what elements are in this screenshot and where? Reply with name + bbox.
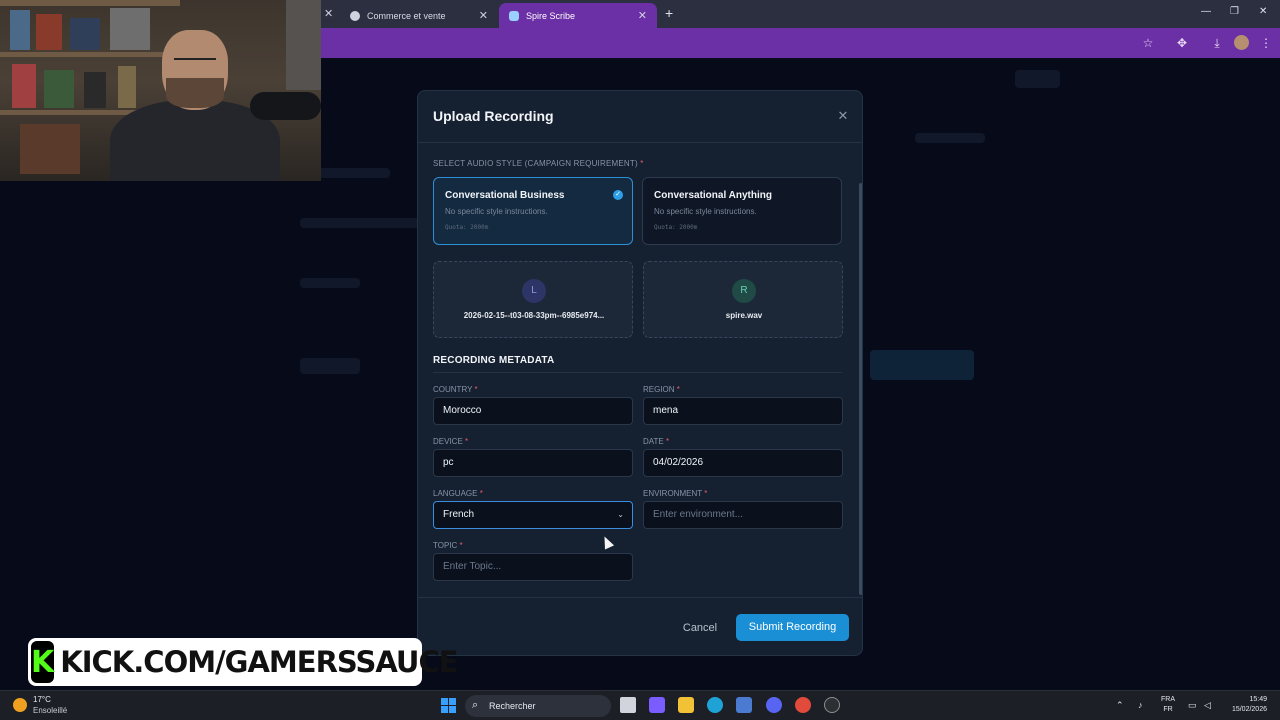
language-select[interactable]: French ⌄	[433, 501, 633, 529]
cancel-button[interactable]: Cancel	[676, 618, 724, 638]
backdrop-block	[870, 350, 974, 380]
language-indicator[interactable]: FRA FR	[1161, 695, 1175, 715]
webcam-overlay	[0, 0, 321, 181]
region-field[interactable]: mena	[643, 397, 843, 425]
kick-logo-icon: K	[31, 641, 55, 683]
date-field[interactable]: 04/02/2026	[643, 449, 843, 477]
search-icon: ⌕	[472, 699, 479, 711]
card-title: Conversational Anything	[654, 190, 772, 201]
store-icon[interactable]	[736, 697, 752, 713]
chrome-icon[interactable]	[795, 697, 811, 713]
tab-commerce[interactable]: Commerce et vente ✕	[340, 3, 498, 28]
taskbar-search[interactable]: ⌕ Rechercher	[465, 695, 611, 717]
download-icon[interactable]: ⤓	[1209, 35, 1225, 51]
modal-title: Upload Recording	[433, 108, 554, 124]
network-icon[interactable]: ▭	[1188, 700, 1197, 711]
obs-icon[interactable]	[824, 697, 840, 713]
restore-icon[interactable]: ❐	[1230, 6, 1239, 17]
minimize-icon[interactable]: —	[1201, 6, 1211, 17]
weather-desc: Ensoleillé	[33, 706, 68, 715]
audio-style-card-business[interactable]: Conversational Business No specific styl…	[433, 177, 633, 245]
device-field[interactable]: pc	[433, 449, 633, 477]
topic-field[interactable]: Enter Topic...	[433, 553, 633, 581]
file-avatar: L	[522, 279, 546, 303]
mic-icon[interactable]: ♪	[1138, 700, 1143, 710]
device-label: DEVICE *	[433, 437, 469, 446]
language-value: French	[443, 509, 475, 520]
tab-favicon	[509, 10, 519, 21]
card-quota: Quota: 2000m	[654, 224, 698, 231]
card-quota: Quota: 2000m	[445, 224, 489, 231]
search-label: Rechercher	[489, 701, 536, 711]
new-tab-icon[interactable]: +	[665, 5, 673, 21]
environment-field[interactable]: Enter environment...	[643, 501, 843, 529]
window-close-icon[interactable]: ✕	[1259, 6, 1267, 17]
close-tab-icon[interactable]: ✕	[324, 7, 333, 20]
modal-scrollbar[interactable]	[859, 183, 862, 595]
volume-icon[interactable]: ◁	[1204, 700, 1211, 711]
backdrop-block	[915, 133, 985, 143]
close-icon[interactable]: ✕	[836, 109, 850, 123]
discord-icon[interactable]	[766, 697, 782, 713]
backdrop-block	[300, 218, 420, 228]
tab-label: Commerce et vente	[367, 10, 446, 21]
language-label: LANGUAGE *	[433, 489, 483, 498]
task-view-icon[interactable]	[620, 697, 636, 713]
file-name: 2026-02-15--t03-08-33pm--6985e974...	[463, 311, 605, 320]
close-icon[interactable]: ✕	[638, 9, 647, 22]
topic-label: TOPIC *	[433, 541, 463, 550]
star-icon[interactable]: ☆	[1140, 35, 1156, 51]
metadata-heading: RECORDING METADATA	[433, 355, 555, 366]
country-field[interactable]: Morocco	[433, 397, 633, 425]
chevron-up-icon[interactable]: ⌃	[1116, 700, 1124, 711]
chevron-down-icon: ⌄	[617, 510, 624, 519]
environment-label: ENVIRONMENT *	[643, 489, 708, 498]
extensions-icon[interactable]: ✥	[1174, 35, 1190, 51]
check-circle-icon: ✓	[613, 190, 623, 200]
file-card-left[interactable]: L 2026-02-15--t03-08-33pm--6985e974...	[433, 261, 633, 338]
region-label: REGION *	[643, 385, 680, 394]
sun-icon[interactable]	[13, 698, 27, 712]
file-name: spire.wav	[725, 311, 763, 320]
profile-avatar[interactable]	[1234, 35, 1249, 50]
close-icon[interactable]: ✕	[479, 9, 488, 22]
date-label: DATE *	[643, 437, 670, 446]
copilot-icon[interactable]	[649, 697, 665, 713]
system-clock[interactable]: 15:49 15/02/2026	[1221, 695, 1267, 715]
file-avatar: R	[732, 279, 756, 303]
file-card-right[interactable]: R spire.wav	[643, 261, 843, 338]
divider	[418, 597, 862, 598]
edge-icon[interactable]	[707, 697, 723, 713]
country-label: COUNTRY *	[433, 385, 478, 394]
kick-url: KICK.COM/GAMERSSAUCE	[60, 645, 458, 679]
file-explorer-icon[interactable]	[678, 697, 694, 713]
backdrop-block	[1015, 70, 1060, 88]
backdrop-block	[300, 278, 360, 288]
backdrop-block	[300, 358, 360, 374]
card-description: No specific style instructions.	[445, 207, 548, 216]
divider	[433, 372, 842, 373]
audio-style-card-anything[interactable]: Conversational Anything No specific styl…	[642, 177, 842, 245]
weather-temp: 17°C	[33, 695, 51, 704]
card-title: Conversational Business	[445, 190, 565, 201]
kick-banner: K KICK.COM/GAMERSSAUCE	[28, 638, 459, 686]
menu-icon[interactable]: ⋮	[1258, 35, 1274, 51]
tab-label: Spire Scribe	[526, 10, 576, 21]
modal-header: Upload Recording ✕	[418, 91, 862, 143]
tab-favicon	[350, 10, 360, 21]
windows-start-icon[interactable]	[441, 698, 456, 713]
upload-recording-modal: Upload Recording ✕ SELECT AUDIO STYLE (C…	[417, 90, 863, 656]
audio-style-label: SELECT AUDIO STYLE (CAMPAIGN REQUIREMENT…	[433, 159, 644, 168]
card-description: No specific style instructions.	[654, 207, 757, 216]
tab-spire-scribe[interactable]: Spire Scribe ✕	[499, 3, 657, 28]
microphone	[250, 92, 321, 120]
submit-recording-button[interactable]: Submit Recording	[736, 614, 849, 641]
windows-taskbar: 17°C Ensoleillé ⌕ Rechercher ⌃ ♪ FRA FR …	[0, 690, 1280, 720]
